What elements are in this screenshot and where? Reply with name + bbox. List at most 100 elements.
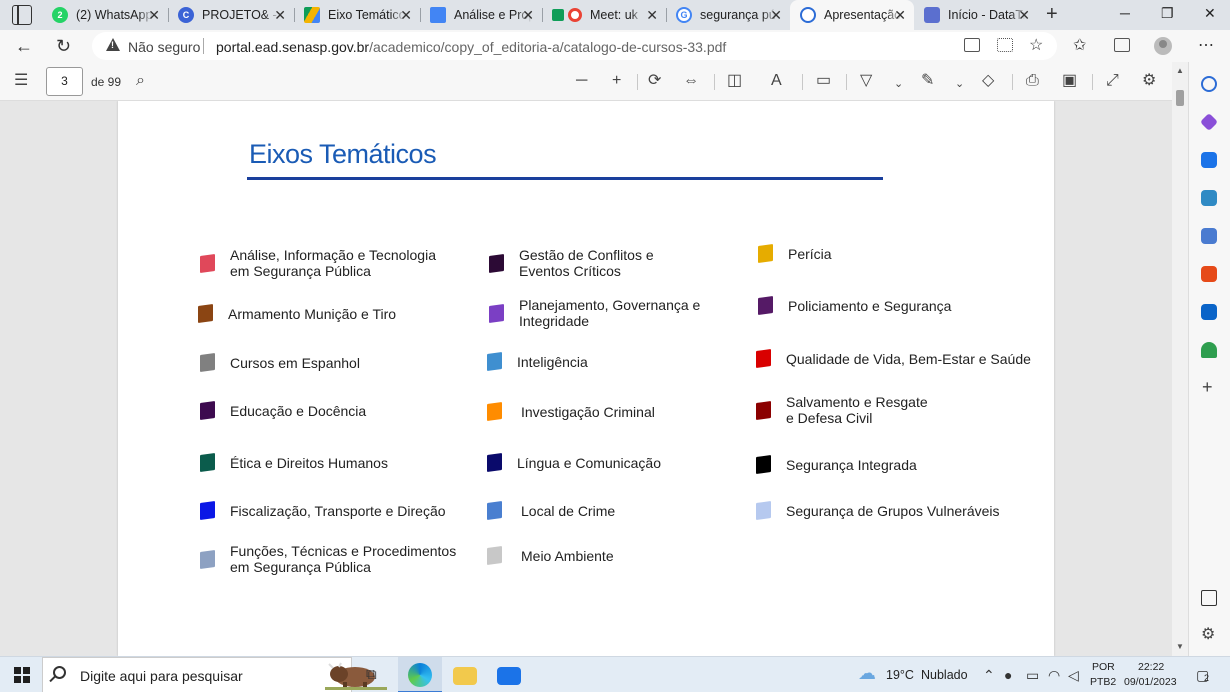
chevron-down-icon[interactable]: ⌄	[955, 75, 964, 93]
theme-item: Qualidade de Vida, Bem-Estar e Saúde	[756, 348, 1031, 369]
search-icon[interactable]: ⌕	[136, 72, 145, 90]
eraser-icon[interactable]: ◇	[982, 72, 994, 90]
scroll-up-icon[interactable]: ▲	[1176, 66, 1184, 75]
read-aloud-icon[interactable]: A	[771, 72, 782, 90]
chevron-up-icon[interactable]: ⌃	[983, 667, 995, 683]
pdf-toolbar: ☰ 3 de 99 ⌕ ─ + ⟳ ⇔ ◫ A ▭ ▽ ⌄ ✎ ⌄ ◇ ⎙ ▣ …	[0, 62, 1188, 101]
tab-label: PROJETO& - A	[202, 8, 280, 22]
security-status[interactable]: Não seguro	[128, 39, 200, 55]
close-tab-icon[interactable]: ✕	[522, 7, 534, 23]
keyboard-layout[interactable]: PTB2	[1090, 676, 1116, 688]
close-window-icon[interactable]: ✕	[1204, 5, 1216, 22]
more-options-icon[interactable]: ⋯	[1198, 35, 1214, 57]
shopping-tag-icon[interactable]	[1201, 152, 1217, 168]
tab-whatsapp[interactable]: 2 (2) WhatsApp ✕	[42, 0, 168, 30]
search-icon[interactable]	[1201, 76, 1217, 92]
print-icon[interactable]: ⎙	[1026, 72, 1039, 90]
tab-meet[interactable]: Meet: uk ✕	[542, 0, 666, 30]
tools-icon[interactable]	[1201, 190, 1217, 206]
apps-icon[interactable]	[997, 38, 1013, 52]
fit-to-width-icon[interactable]: ⇔	[683, 72, 699, 90]
refresh-icon[interactable]: ↻	[56, 35, 71, 57]
rotate-icon[interactable]: ⟳	[648, 72, 661, 90]
gear-icon[interactable]: ⚙	[1201, 626, 1215, 644]
clock-date[interactable]: 09/01/2023	[1124, 676, 1177, 688]
mail-icon[interactable]	[497, 667, 521, 685]
restore-icon[interactable]: ❐	[1161, 5, 1174, 22]
warning-icon[interactable]	[106, 38, 120, 51]
tab-label: Meet: uk	[590, 8, 638, 22]
back-arrow-icon[interactable]: ←	[15, 35, 33, 57]
close-tab-icon[interactable]: ✕	[894, 7, 906, 23]
language-code[interactable]: POR	[1092, 661, 1115, 673]
close-tab-icon[interactable]: ✕	[400, 7, 412, 23]
volume-icon[interactable]: ◁	[1068, 667, 1079, 683]
theme-color-swatch	[200, 549, 215, 569]
scroll-down-icon[interactable]: ▼	[1176, 642, 1184, 651]
clock-time[interactable]: 22:22	[1138, 661, 1164, 673]
vertical-scrollbar[interactable]: ▲ ▼	[1172, 62, 1188, 656]
theme-label: Segurança Integrada	[786, 456, 917, 473]
office-icon[interactable]	[1201, 266, 1217, 282]
games-icon[interactable]	[1201, 228, 1217, 244]
drop-icon[interactable]	[1201, 342, 1217, 358]
tab-label: Eixo Temático	[328, 8, 406, 22]
zoom-out-icon[interactable]: ─	[576, 72, 587, 90]
theme-label: Gestão de Conflitos e Eventos Críticos	[519, 247, 654, 279]
cloud-icon[interactable]: ☁	[858, 664, 876, 682]
tab-google-search[interactable]: G segurança pú ✕	[666, 0, 790, 30]
collections-icon[interactable]	[1114, 38, 1130, 52]
zoom-in-icon[interactable]: +	[612, 72, 621, 90]
tab-actions-menu-icon[interactable]	[12, 5, 32, 25]
add-icon[interactable]: +	[1202, 378, 1213, 396]
outlook-icon[interactable]	[1201, 304, 1217, 320]
close-tab-icon[interactable]: ✕	[274, 7, 286, 23]
add-favorite-icon[interactable]: ☆	[1029, 35, 1043, 57]
new-tab-button[interactable]: +	[1046, 4, 1058, 24]
tab-analise[interactable]: Análise e Prop ✕	[420, 0, 542, 30]
minimize-icon[interactable]: ─	[1120, 5, 1130, 21]
tab-eixo-tematico[interactable]: Eixo Temático ✕	[294, 0, 420, 30]
url-text[interactable]: portal.ead.senasp.gov.br/academico/copy_…	[216, 39, 726, 55]
pdf-viewport[interactable]: Eixos Temáticos Análise, Informação e Te…	[0, 101, 1172, 656]
close-tab-icon[interactable]: ✕	[1018, 7, 1030, 23]
highlight-icon[interactable]: ▽	[860, 72, 872, 90]
file-explorer-icon[interactable]	[453, 667, 477, 685]
chevron-down-icon[interactable]: ⌄	[894, 75, 903, 93]
tab-projeto[interactable]: C PROJETO& - A ✕	[168, 0, 294, 30]
theme-color-swatch	[200, 400, 215, 421]
battery-icon[interactable]: ▭	[1026, 667, 1039, 683]
windows-taskbar: Digite aqui para pesquisar ⧉ ☁ 19°C Nubl…	[0, 656, 1230, 692]
close-tab-icon[interactable]: ✕	[148, 7, 160, 23]
microphone-icon[interactable]: ●	[1004, 667, 1012, 683]
taskbar-search-box[interactable]: Digite aqui para pesquisar	[42, 657, 387, 692]
favorites-icon[interactable]: ✩	[1073, 35, 1086, 57]
theme-item: Ética e Direitos Humanos	[200, 452, 388, 473]
theme-color-swatch	[200, 253, 215, 273]
edge-browser-icon[interactable]	[408, 663, 432, 687]
windows-start-icon[interactable]	[14, 667, 30, 683]
wifi-icon[interactable]: ◠	[1048, 667, 1060, 683]
theme-item: Armamento Munição e Tiro	[198, 303, 396, 324]
close-tab-icon[interactable]: ✕	[646, 7, 658, 23]
close-tab-icon[interactable]: ✕	[770, 7, 782, 23]
profile-avatar[interactable]	[1154, 37, 1172, 55]
weather-condition[interactable]: Nublado	[921, 668, 968, 682]
contents-list-icon[interactable]: ☰	[14, 72, 28, 90]
hide-sidebar-icon[interactable]	[1201, 590, 1217, 606]
draw-icon[interactable]: ✎	[921, 72, 934, 90]
fullscreen-icon[interactable]: ⤢	[1106, 72, 1119, 90]
address-field[interactable]: Não seguro portal.ead.senasp.gov.br/acad…	[92, 32, 1057, 60]
tab-inicio-datatr[interactable]: Início - DataTr ✕	[914, 0, 1038, 30]
text-box-icon[interactable]: ▭	[816, 72, 831, 90]
scrollbar-thumb[interactable]	[1176, 90, 1184, 106]
weather-temperature[interactable]: 19°C	[886, 668, 914, 682]
task-view-icon[interactable]: ⧉	[366, 667, 377, 683]
gear-icon[interactable]: ⚙	[1142, 72, 1156, 90]
save-icon[interactable]: ▣	[1062, 72, 1077, 90]
tab-apresentacao[interactable]: Apresentação ✕	[790, 0, 914, 30]
page-view-icon[interactable]: ◫	[727, 72, 742, 90]
read-aloud-icon[interactable]	[964, 38, 980, 52]
page-number-input[interactable]: 3	[46, 67, 83, 96]
discover-icon[interactable]	[1199, 112, 1219, 132]
